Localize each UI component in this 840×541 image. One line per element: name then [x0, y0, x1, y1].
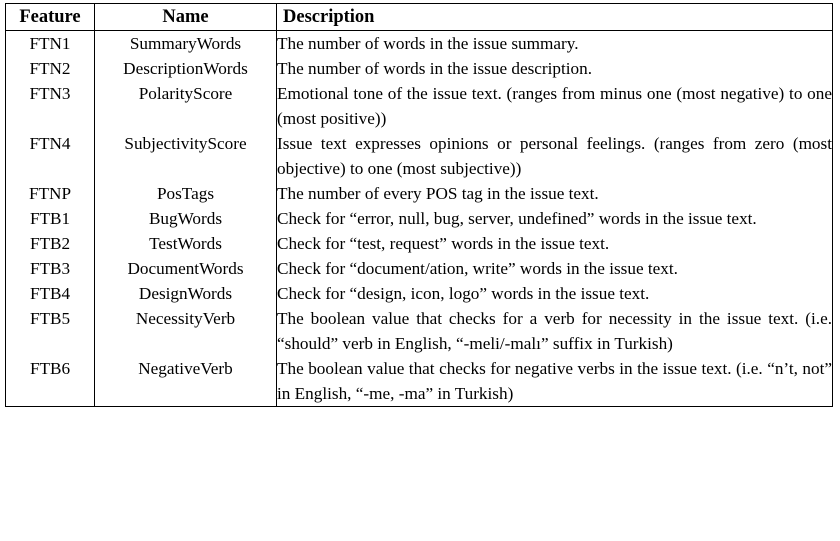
cell-description: The boolean value that checks for a verb… — [276, 306, 833, 356]
cell-name: DocumentWords — [94, 256, 277, 281]
cell-feature: FTN2 — [5, 56, 95, 81]
cell-feature: FTN3 — [5, 81, 95, 131]
cell-name: BugWords — [94, 206, 277, 231]
table-row: FTB4 DesignWords Check for “design, icon… — [5, 281, 833, 306]
cell-name: SubjectivityScore — [94, 131, 277, 181]
cell-feature: FTNP — [5, 181, 95, 206]
cell-description: Check for “error, null, bug, server, und… — [276, 206, 833, 231]
feature-definition-table: Feature Name Description FTN1 SummaryWor… — [5, 3, 833, 407]
table-row: FTB2 TestWords Check for “test, request”… — [5, 231, 833, 256]
table-body: FTN1 SummaryWords The number of words in… — [5, 30, 833, 407]
table-row: FTB6 NegativeVerb The boolean value that… — [5, 356, 833, 407]
cell-description: Check for “document/ation, write” words … — [276, 256, 833, 281]
cell-feature: FTB6 — [5, 356, 95, 407]
table-header-row: Feature Name Description — [5, 3, 833, 31]
cell-name: NecessityVerb — [94, 306, 277, 356]
table-row: FTB1 BugWords Check for “error, null, bu… — [5, 206, 833, 231]
cell-name: PosTags — [94, 181, 277, 206]
cell-description: Emotional tone of the issue text. (range… — [276, 81, 833, 131]
cell-feature: FTB3 — [5, 256, 95, 281]
cell-feature: FTN4 — [5, 131, 95, 181]
table-row: FTNP PosTags The number of every POS tag… — [5, 181, 833, 206]
column-header-name: Name — [94, 3, 277, 31]
cell-name: DesignWords — [94, 281, 277, 306]
cell-name: PolarityScore — [94, 81, 277, 131]
cell-feature: FTB5 — [5, 306, 95, 356]
table-row: FTN3 PolarityScore Emotional tone of the… — [5, 81, 833, 131]
cell-description: Check for “design, icon, logo” words in … — [276, 281, 833, 306]
cell-feature: FTB2 — [5, 231, 95, 256]
cell-name: TestWords — [94, 231, 277, 256]
cell-description: The boolean value that checks for negati… — [276, 356, 833, 407]
table-row: FTN2 DescriptionWords The number of word… — [5, 56, 833, 81]
feature-table-container: Feature Name Description FTN1 SummaryWor… — [5, 3, 833, 407]
table-header: Feature Name Description — [5, 3, 833, 31]
cell-name: SummaryWords — [94, 30, 277, 56]
column-header-feature: Feature — [5, 3, 95, 31]
table-row: FTN4 SubjectivityScore Issue text expres… — [5, 131, 833, 181]
cell-description: The number of words in the issue descrip… — [276, 56, 833, 81]
cell-description: The number of every POS tag in the issue… — [276, 181, 833, 206]
cell-feature: FTB4 — [5, 281, 95, 306]
cell-description: The number of words in the issue summary… — [276, 30, 833, 56]
cell-name: NegativeVerb — [94, 356, 277, 407]
cell-name: DescriptionWords — [94, 56, 277, 81]
table-row: FTB3 DocumentWords Check for “document/a… — [5, 256, 833, 281]
table-row: FTB5 NecessityVerb The boolean value tha… — [5, 306, 833, 356]
cell-feature: FTB1 — [5, 206, 95, 231]
cell-description: Issue text expresses opinions or persona… — [276, 131, 833, 181]
table-row: FTN1 SummaryWords The number of words in… — [5, 30, 833, 56]
cell-description: Check for “test, request” words in the i… — [276, 231, 833, 256]
cell-feature: FTN1 — [5, 30, 95, 56]
column-header-description: Description — [276, 3, 833, 31]
